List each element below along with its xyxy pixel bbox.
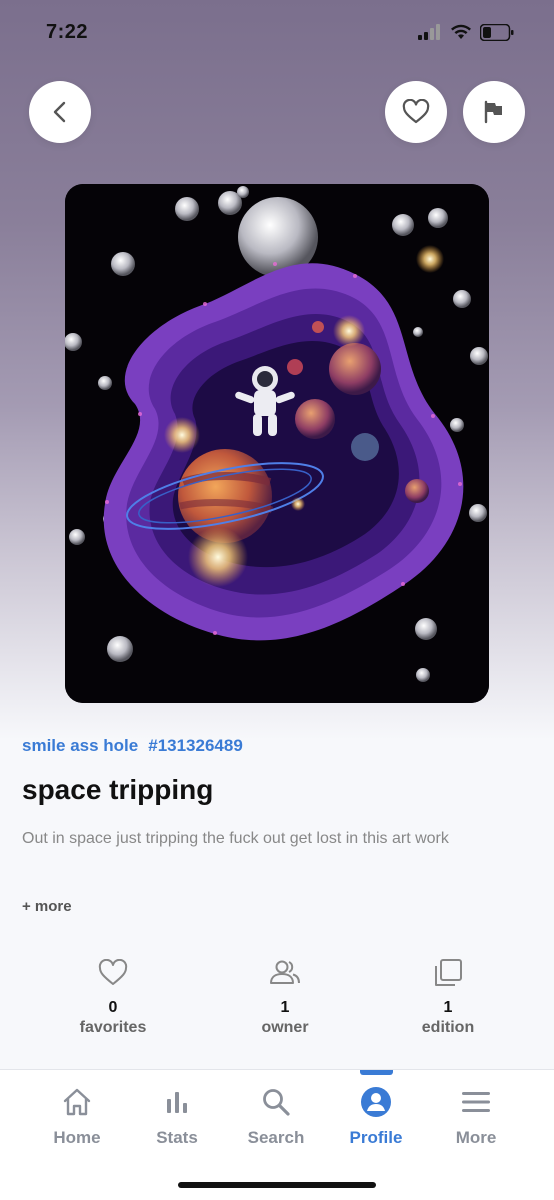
tab-stats-label: Stats [156,1128,198,1147]
status-icons [418,23,514,41]
favorites-count: 0 [108,999,118,1016]
creator-line: smile ass hole #131326489 [22,736,542,756]
tab-home[interactable]: Home [27,1084,127,1148]
active-tab-indicator [360,1070,393,1075]
favorites-label: favorites [79,1019,147,1036]
home-icon [63,1088,91,1116]
tab-search-label: Search [247,1128,305,1147]
report-button[interactable] [463,81,525,143]
tab-search[interactable]: Search [226,1084,326,1148]
search-icon [263,1089,290,1116]
bottom-tab-bar: Home Stats Search Profile More [0,1069,554,1200]
signal-icon [418,24,440,40]
tab-more[interactable]: More [426,1084,526,1148]
tab-profile-label: Profile [349,1128,403,1147]
battery-icon [480,23,514,41]
tab-profile[interactable]: Profile [326,1084,426,1148]
stat-owner[interactable]: 1 owner [225,955,345,1037]
chevron-left-icon [53,101,66,123]
bar-chart-icon [167,1092,187,1113]
stat-edition[interactable]: 1 edition [388,955,508,1037]
flag-icon [484,100,502,124]
edition-label: edition [421,1019,475,1036]
artwork-description: Out in space just tripping the fuck out … [22,830,449,847]
tab-more-label: More [455,1128,497,1147]
profile-icon [361,1087,391,1117]
space-artwork-image [65,184,489,703]
creator-name-link[interactable]: smile ass hole [22,736,138,756]
wifi-icon [451,24,471,39]
copies-icon [435,959,462,986]
edition-count: 1 [443,999,453,1016]
owner-label: owner [261,1019,309,1036]
artwork-title: space tripping [22,774,214,805]
nft-info: smile ass hole #131326489 space tripping… [22,736,542,915]
favorite-button[interactable] [385,81,447,143]
people-icon [270,960,300,984]
menu-icon [462,1092,490,1112]
tab-stats[interactable]: Stats [127,1084,227,1148]
stat-favorites[interactable]: 0 favorites [53,955,173,1037]
home-indicator [178,1182,376,1188]
status-bar: 7:22 [0,0,554,64]
more-link[interactable]: + more [22,898,542,915]
token-id-link[interactable]: #131326489 [148,736,243,756]
stats-row: 0 favorites 1 owner 1 edition [0,955,554,1055]
heart-icon [98,959,128,985]
artwork-image[interactable] [65,184,489,703]
back-button[interactable] [29,81,91,143]
status-time: 7:22 [46,20,89,43]
tab-home-label: Home [53,1128,101,1147]
heart-outline-icon [402,99,430,124]
owner-count: 1 [280,999,290,1016]
